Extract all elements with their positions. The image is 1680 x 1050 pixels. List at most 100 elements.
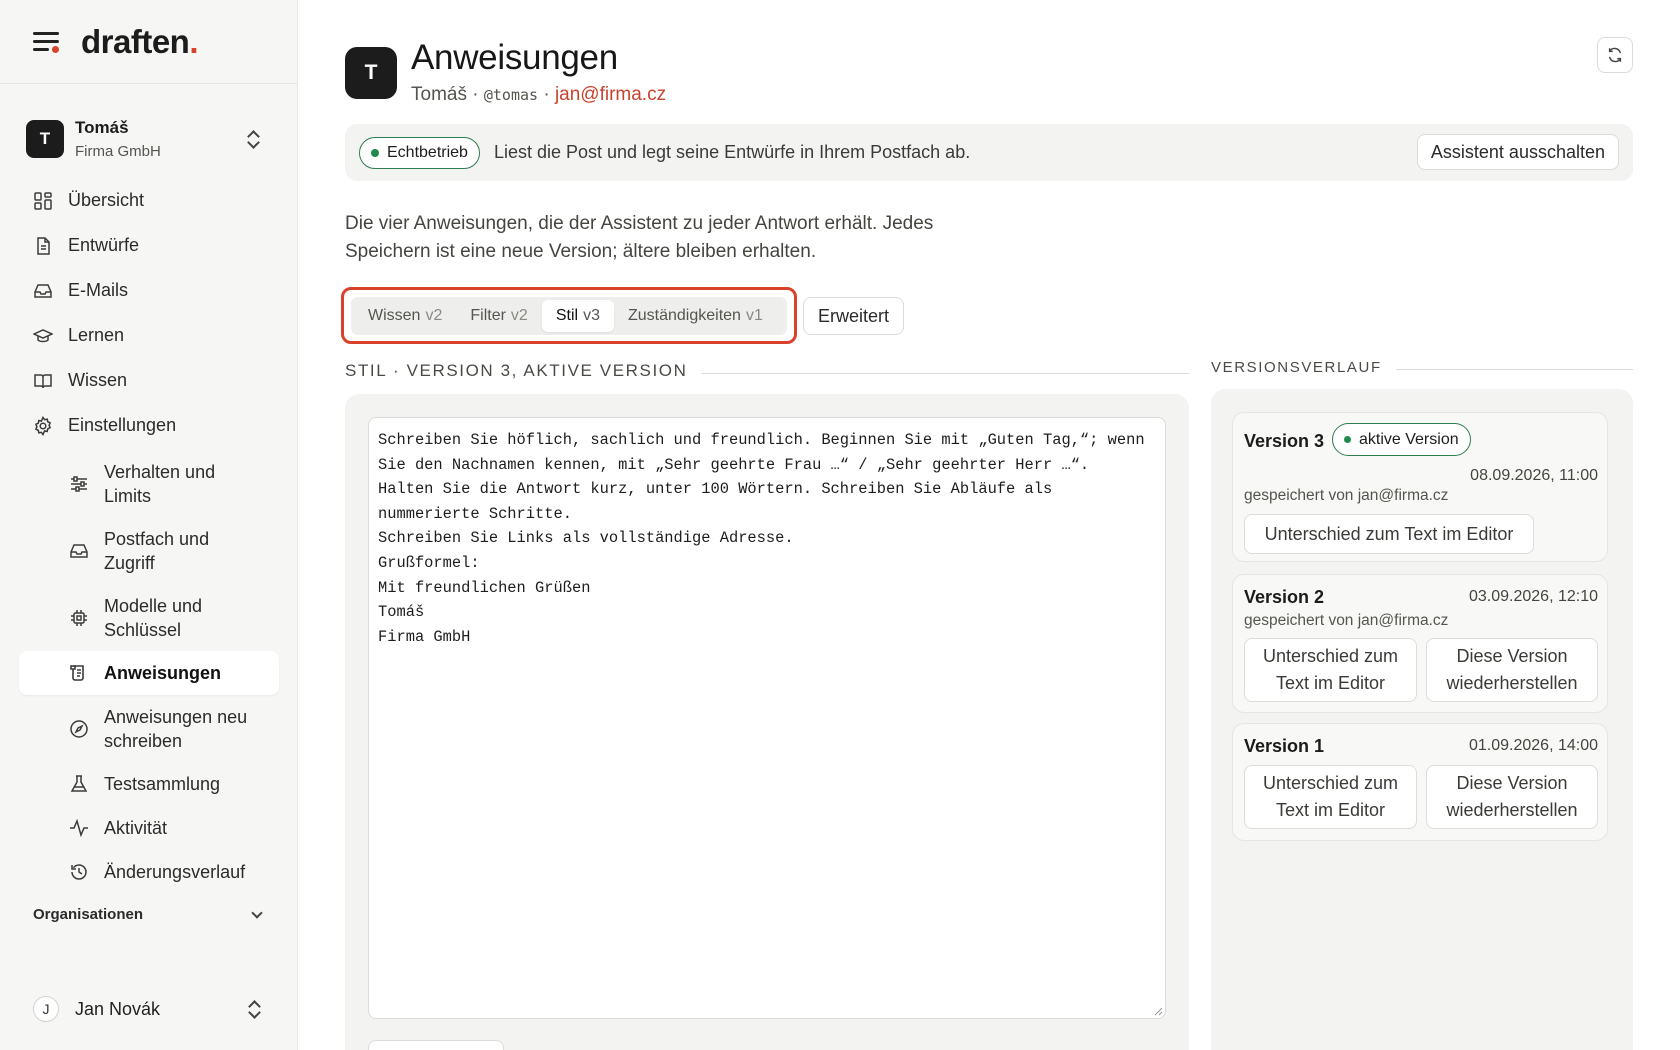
history-heading: VERSIONSVERLAUF (1211, 359, 1633, 376)
brand-bar: draften. (0, 0, 297, 84)
nav-sub-behavior[interactable]: Verhalten und Limits (19, 450, 279, 517)
account-switcher[interactable]: T Tomáš Firma GmbH (26, 114, 272, 164)
status-bar: Echtbetrieb Liest die Post und legt sein… (345, 124, 1633, 181)
nav-item-emails[interactable]: E-Mails (19, 268, 279, 313)
user-name: Jan Novák (75, 998, 161, 1019)
activity-icon (70, 818, 88, 838)
version-date: 03.09.2026, 12:10 (1468, 588, 1598, 605)
inbox-icon (34, 283, 52, 298)
nav-item-learn[interactable]: Lernen (19, 313, 279, 358)
divider (1395, 369, 1633, 370)
version-card: Version 2 03.09.2026, 12:10 gespeichert … (1232, 574, 1608, 713)
version-saved-by: gespeichert von jan@firma.cz (1244, 612, 1449, 629)
nav-sub-tests[interactable]: Testsammlung (19, 762, 279, 806)
nav-sub-mailbox[interactable]: Postfach und Zugriff (19, 517, 279, 584)
scroll-icon (70, 665, 84, 681)
user-menu[interactable]: J Jan Novák (33, 994, 265, 1024)
status-text: Liest die Post und legt seine Entwürfe i… (493, 142, 971, 162)
assistant-handle: @tomas (483, 86, 539, 104)
restore-button[interactable]: Diese Version wiederherstellen (1426, 638, 1598, 702)
menu-icon[interactable] (33, 31, 59, 53)
tab-zustaendigkeiten[interactable]: Zuständigkeiten v1 (614, 300, 777, 332)
assistant-avatar: T (345, 47, 397, 99)
nav-label: Einstellungen (68, 415, 177, 435)
history-icon (71, 864, 87, 880)
refresh-button[interactable] (1597, 37, 1633, 73)
version-saved-by: gespeichert von jan@firma.cz (1244, 487, 1449, 504)
nav-label: Testsammlung (104, 774, 221, 794)
page-title: Anweisungen (411, 38, 618, 77)
instruction-editor[interactable]: Schreiben Sie höflich, sachlich und freu… (368, 417, 1166, 1019)
disable-assistant-button[interactable]: Assistent ausschalten (1416, 134, 1619, 170)
version-date: 01.09.2026, 14:00 (1468, 737, 1598, 754)
resize-grip-icon[interactable] (1153, 1006, 1163, 1016)
refresh-icon (1608, 47, 1622, 63)
assistant-meta: Tomáš · @tomas · jan@firma.cz (411, 84, 667, 105)
status-dot-icon (1344, 436, 1351, 443)
chevron-up-down-icon (247, 999, 261, 1019)
nav-label: Aktivität (104, 818, 168, 838)
tab-wissen[interactable]: Wissen v2 (354, 300, 456, 332)
inbox-icon (70, 543, 88, 558)
organizations-toggle[interactable]: Organisationen (33, 906, 265, 923)
tab-filter[interactable]: Filter v2 (456, 300, 541, 332)
advanced-button[interactable]: Erweitert (803, 297, 905, 335)
version-card: Version 1 01.09.2026, 14:00 Unterschied … (1232, 723, 1608, 841)
grid-icon (34, 191, 52, 210)
nav-item-knowledge[interactable]: Wissen (19, 358, 279, 403)
chevron-down-icon (251, 906, 263, 919)
editor-panel: Schreiben Sie höflich, sachlich und freu… (345, 394, 1189, 1050)
diff-button[interactable]: Unterschied zum Text im Editor (1244, 765, 1417, 829)
restore-button[interactable]: Diese Version wiederherstellen (1426, 765, 1598, 829)
logo: draften. (81, 22, 199, 60)
gear-icon (34, 415, 52, 436)
version-date: 08.09.2026, 11:00 (1470, 467, 1598, 484)
chip-icon (71, 609, 87, 626)
nav-sub-changes[interactable]: Änderungsverlauf (19, 850, 279, 894)
page-description: Die vier Anweisungen, die der Assistent … (345, 213, 934, 262)
status-badge: Echtbetrieb (359, 136, 480, 169)
nav-label: Übersicht (68, 190, 145, 210)
editor-heading: STIL · VERSION 3, AKTIVE VERSION (345, 361, 1189, 381)
assistant-name: Tomáš (411, 84, 467, 105)
active-version-badge: aktive Version (1332, 423, 1471, 456)
diff-button[interactable]: Unterschied zum Text im Editor (1244, 514, 1534, 554)
version-title: Version 1 (1244, 736, 1325, 756)
nav-item-settings[interactable]: Einstellungen (19, 403, 279, 448)
version-title: Version 3 (1244, 431, 1325, 451)
instruction-tabs: Wissen v2 Filter v2 Stil v3 Zuständigkeiten… (351, 297, 787, 335)
graduation-cap-icon (33, 328, 53, 342)
account-name: Tomáš (75, 118, 129, 137)
version-history-panel: Version 3 aktive Version 08.09.2026, 11:… (1211, 389, 1633, 1050)
nav-label: E-Mails (68, 280, 129, 300)
account-company: Firma GmbH (75, 143, 161, 160)
book-icon (34, 373, 52, 388)
divider (701, 372, 1189, 374)
nav-label: Anweisungen (104, 663, 222, 683)
user-avatar: J (33, 996, 59, 1022)
version-card: Version 3 aktive Version 08.09.2026, 11:… (1232, 412, 1608, 562)
sliders-icon (71, 475, 87, 492)
compass-icon (70, 719, 88, 738)
document-icon (37, 236, 50, 255)
nav-item-overview[interactable]: Übersicht (19, 178, 279, 223)
nav-label: Änderungsverlauf (104, 862, 246, 882)
nav-sub-rewrite[interactable]: Anweisungen neu schreiben (19, 695, 279, 762)
instruction-tabs-highlight: Wissen v2 Filter v2 Stil v3 Zuständigkeiten… (341, 287, 797, 344)
version-title: Version 2 (1244, 587, 1325, 607)
editor-action-button[interactable] (368, 1040, 504, 1050)
nav-label: Modelle und Schlüssel (104, 595, 203, 640)
nav-label: Postfach und Zugriff (104, 528, 210, 573)
diff-button[interactable]: Unterschied zum Text im Editor (1244, 638, 1417, 702)
tab-stil[interactable]: Stil v3 (541, 300, 614, 332)
status-dot-icon (371, 148, 379, 157)
nav-sub-models[interactable]: Modelle und Schlüssel (19, 584, 279, 651)
nav-sub-instructions[interactable]: Anweisungen (19, 651, 279, 695)
nav-sub-activity[interactable]: Aktivität (19, 806, 279, 850)
nav-label: Anweisungen neu schreiben (104, 706, 248, 751)
nav-item-drafts[interactable]: Entwürfe (19, 223, 279, 268)
assistant-email-link[interactable]: jan@firma.cz (555, 84, 666, 105)
nav-label: Entwürfe (68, 235, 140, 255)
chevron-up-down-icon (246, 129, 260, 149)
main-nav: Übersicht Entwürfe E-Mails Lernen Wissen… (19, 178, 279, 894)
